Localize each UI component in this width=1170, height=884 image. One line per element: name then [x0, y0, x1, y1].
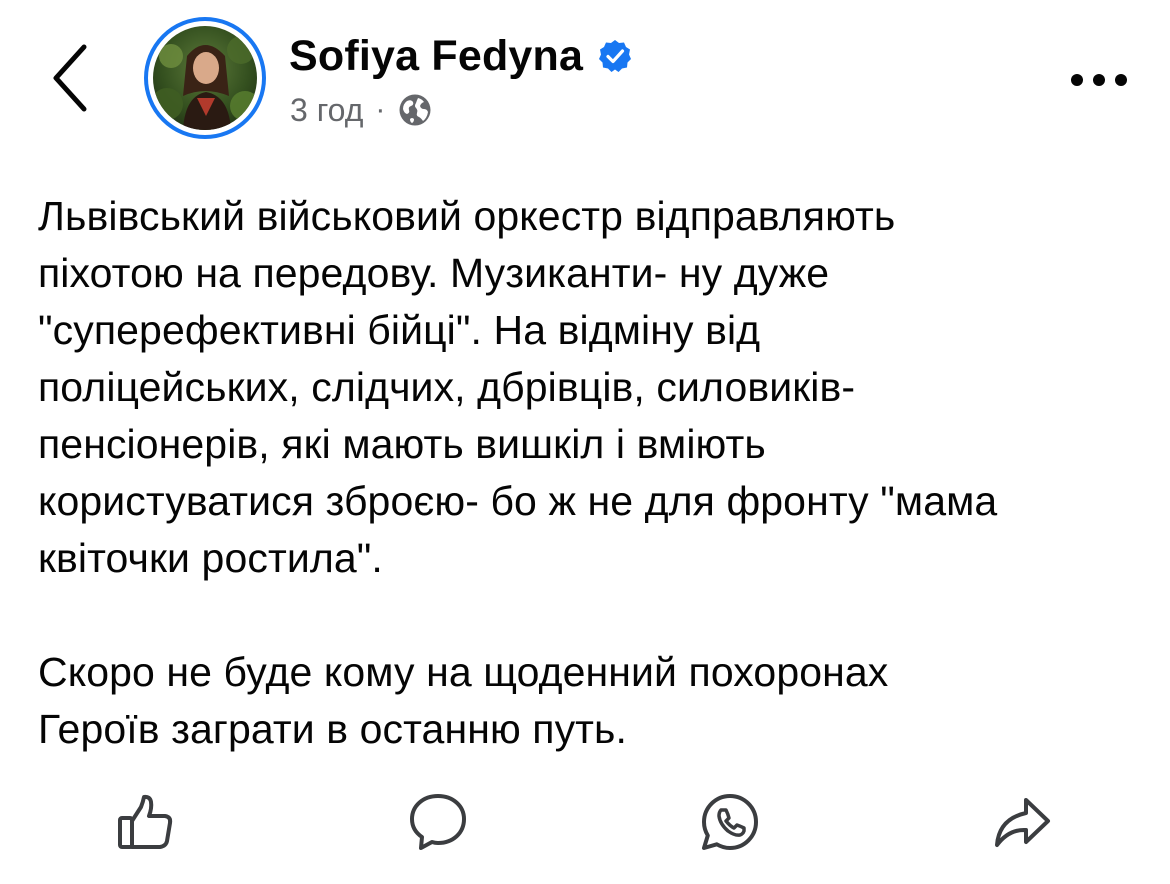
post-header: Sofiya Fedyna 3 год · [0, 0, 1170, 160]
post-paragraph-2: Скоро не буде кому на щоденний похоронах… [38, 649, 889, 752]
avatar-button[interactable] [144, 17, 266, 139]
back-button[interactable] [40, 38, 100, 118]
thumbs-up-icon [118, 794, 173, 849]
share-button[interactable] [982, 782, 1062, 862]
like-button[interactable] [106, 782, 186, 862]
more-horizontal-icon [1071, 74, 1127, 86]
timestamp[interactable]: 3 год [290, 92, 363, 129]
author-row: Sofiya Fedyna [289, 28, 633, 84]
comment-button[interactable] [398, 782, 478, 862]
chevron-left-icon [53, 44, 87, 112]
author-name[interactable]: Sofiya Fedyna [289, 32, 583, 81]
comment-bubble-icon [410, 794, 466, 850]
whatsapp-button[interactable] [690, 782, 770, 862]
share-arrow-icon [995, 798, 1050, 847]
post-actions-bar [0, 770, 1170, 870]
whatsapp-icon [702, 794, 758, 850]
more-options-button[interactable] [1064, 58, 1134, 102]
post-text: Львівський військовий оркестр відправляю… [38, 188, 1148, 758]
verified-badge-icon [597, 38, 633, 74]
globe-icon[interactable] [397, 92, 433, 128]
meta-separator: · [375, 93, 386, 126]
post-meta: 3 год · [290, 86, 433, 134]
post-paragraph-1: Львівський військовий оркестр відправляю… [38, 193, 998, 581]
avatar [153, 26, 257, 130]
